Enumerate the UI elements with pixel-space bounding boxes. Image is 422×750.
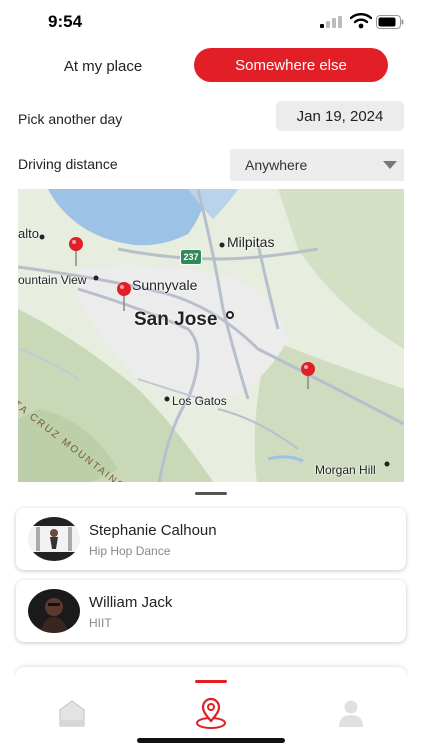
map-label-milpitas: Milpitas [227,234,275,250]
instructor-card[interactable]: Stephanie Calhoun Hip Hop Dance [16,508,406,570]
map-view[interactable]: 237 alto ountain View Sunnyvale San Jose… [18,189,404,489]
somewhere-else-option[interactable]: Somewhere else [194,48,388,82]
avatar [28,589,80,633]
map-pin-icon[interactable] [300,361,316,391]
highway-237-shield: 237 [180,249,202,265]
status-time: 9:54 [48,12,83,31]
map-label-mountain-view: ountain View [18,273,87,287]
map-pin-icon[interactable] [68,236,84,268]
location-mode-toggle: At my place Somewhere else [18,48,404,84]
active-tab-indicator [195,680,227,683]
chevron-down-icon [383,161,397,169]
map-label-palo-alto: alto [18,226,39,241]
wifi-icon [350,13,372,29]
instructor-name: Stephanie Calhoun [89,522,217,539]
pick-day-label: Pick another day [18,111,123,127]
home-indicator [137,738,285,743]
map-pin-icon[interactable] [116,281,132,313]
driving-distance-label: Driving distance [18,156,118,172]
instructor-class: HIIT [89,616,112,630]
driving-distance-select[interactable]: Anywhere [230,149,404,181]
cellular-signal-icon [320,16,342,28]
instructor-name: William Jack [89,594,173,611]
status-bar: 9:54 [0,0,422,44]
map-label-san-jose: San Jose [134,309,218,330]
battery-icon [376,15,404,29]
home-icon[interactable] [52,696,92,730]
map-pin-icon[interactable] [191,696,231,730]
highway-number: 237 [183,252,199,262]
map-label-sunnyvale: Sunnyvale [132,277,198,293]
map-label-los-gatos: Los Gatos [172,394,227,408]
map-label-morgan-hill: Morgan Hill [315,463,376,477]
sheet-drag-handle[interactable] [195,492,227,495]
profile-icon[interactable] [331,696,371,730]
avatar [28,517,80,561]
instructor-card[interactable]: William Jack HIIT [16,580,406,642]
at-my-place-option[interactable]: At my place [18,48,188,84]
driving-distance-value: Anywhere [245,157,308,173]
instructor-class: Hip Hop Dance [89,544,171,558]
date-picker-button[interactable]: Jan 19, 2024 [276,101,404,131]
